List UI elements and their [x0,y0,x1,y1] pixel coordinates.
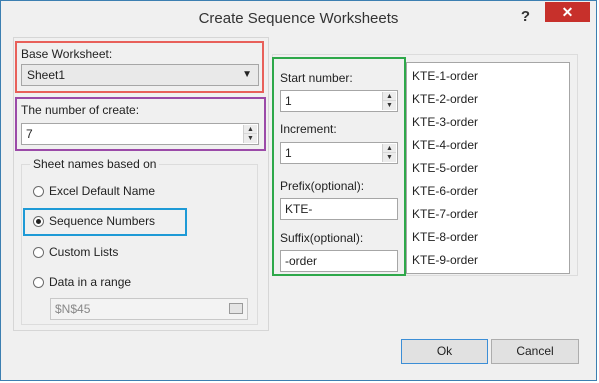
sequence-numbers-label[interactable]: Sequence Numbers [49,214,155,228]
custom-lists-label[interactable]: Custom Lists [49,245,118,259]
cancel-button[interactable]: Cancel [491,339,579,364]
increment-value: 1 [285,146,292,160]
spin-up-icon[interactable]: ▲ [383,144,396,153]
range-input[interactable]: $N$45 [50,298,248,320]
radio-data-in-range[interactable] [33,277,44,288]
close-button[interactable]: ✕ [545,2,590,22]
number-of-create-value: 7 [26,127,33,141]
number-of-create-label: The number of create: [21,103,140,117]
spin-up-icon[interactable]: ▲ [383,92,396,101]
spin-down-icon[interactable]: ▼ [244,134,257,143]
list-item: KTE-7-order [412,207,479,221]
start-number-label: Start number: [280,71,353,85]
number-of-create-input[interactable]: 7 ▲ ▼ [21,123,259,145]
list-item: KTE-5-order [412,161,479,175]
range-select-icon[interactable] [229,303,243,314]
prefix-input[interactable]: KTE- [280,198,398,220]
preview-list[interactable]: KTE-1-order KTE-2-order KTE-3-order KTE-… [406,62,570,274]
suffix-label: Suffix(optional): [280,231,364,245]
list-item: KTE-4-order [412,138,479,152]
spin-down-icon[interactable]: ▼ [383,153,396,162]
list-item: KTE-2-order [412,92,479,106]
list-item: KTE-9-order [412,253,479,267]
prefix-value: KTE- [285,202,313,216]
list-item: KTE-8-order [412,230,479,244]
increment-spinner[interactable]: ▲ ▼ [382,144,396,162]
increment-label: Increment: [280,122,337,136]
radio-excel-default-name[interactable] [33,186,44,197]
spin-down-icon[interactable]: ▼ [383,101,396,110]
ok-button[interactable]: Ok [401,339,488,364]
start-number-spinner[interactable]: ▲ ▼ [382,92,396,110]
title-bar: Create Sequence Worksheets ? ✕ [1,1,596,37]
list-item: KTE-3-order [412,115,479,129]
dialog-title: Create Sequence Worksheets [198,10,399,27]
suffix-input[interactable]: -order [280,250,398,272]
base-worksheet-label: Base Worksheet: [21,47,113,61]
data-in-range-label[interactable]: Data in a range [49,275,131,289]
base-worksheet-select[interactable]: Sheet1 ▼ [21,64,259,86]
radio-custom-lists[interactable] [33,247,44,258]
number-spinner[interactable]: ▲ ▼ [243,125,257,143]
start-number-value: 1 [285,94,292,108]
start-number-input[interactable]: 1 ▲ ▼ [280,90,398,112]
dialog-window: Create Sequence Worksheets ? ✕ Base Work… [0,0,597,381]
sheet-names-legend: Sheet names based on [30,157,160,171]
suffix-value: -order [285,254,318,268]
list-item: KTE-6-order [412,184,479,198]
radio-sequence-numbers[interactable] [33,216,44,227]
range-value: $N$45 [55,302,91,316]
prefix-label: Prefix(optional): [280,179,365,193]
list-item: KTE-1-order [412,69,479,83]
increment-input[interactable]: 1 ▲ ▼ [280,142,398,164]
help-icon[interactable]: ? [521,8,530,25]
spin-up-icon[interactable]: ▲ [244,125,257,134]
base-worksheet-value: Sheet1 [27,68,66,82]
excel-default-name-label[interactable]: Excel Default Name [49,184,155,198]
chevron-down-icon: ▼ [242,69,252,80]
